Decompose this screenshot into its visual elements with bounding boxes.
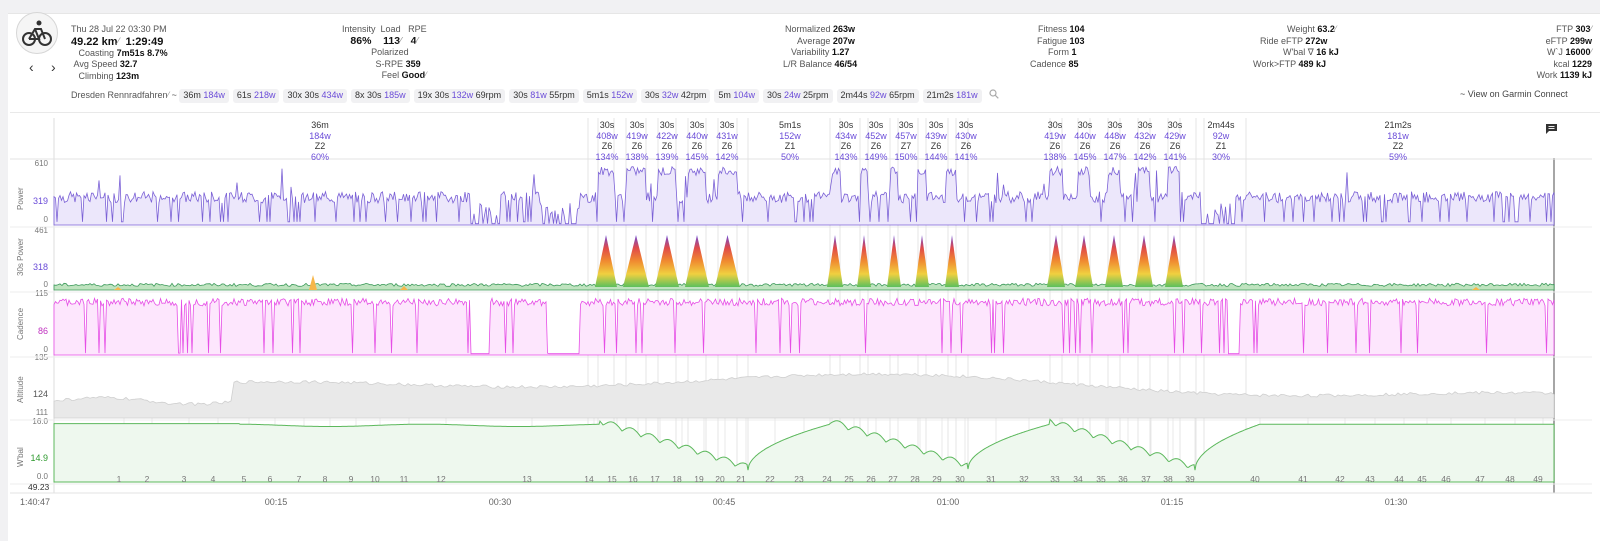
power30-interval-peak [945,235,959,287]
lap-number[interactable]: 13 [522,474,531,484]
distance-axis-start: 49.23 [28,482,50,492]
lap-number[interactable]: 38 [1163,474,1172,484]
lap-number[interactable]: 5 [242,474,247,484]
interval-label[interactable]: 30s 440w Z6 145% [685,120,708,162]
interval-label[interactable]: 36m 184w Z2 60% [309,120,331,162]
lap-number[interactable]: 35 [1096,474,1105,484]
lap-number[interactable]: 45 [1417,474,1426,484]
interval-label[interactable]: 30s 457w Z7 150% [894,120,917,162]
interval-label[interactable]: 30s 430w Z6 141% [954,120,977,162]
lap-number[interactable]: 42 [1335,474,1344,484]
lap-number[interactable]: 36 [1118,474,1127,484]
power30-interval-peak [623,235,649,287]
lap-number[interactable]: 41 [1298,474,1307,484]
lap-number[interactable]: 6 [268,474,273,484]
lap-number[interactable]: 31 [986,474,995,484]
lap-number[interactable]: 28 [910,474,919,484]
lap-number[interactable]: 33 [1050,474,1059,484]
interval-label[interactable]: 21m2s 181w Z2 59% [1384,120,1411,162]
interval-label[interactable]: 30s 439w Z6 144% [924,120,947,162]
interval-label[interactable]: 30s 429w Z6 141% [1163,120,1186,162]
lap-number[interactable]: 22 [765,474,774,484]
power30-interval-peak [887,235,901,287]
lap-number[interactable]: 10 [370,474,379,484]
interval-label[interactable]: 30s 419w Z6 138% [1043,120,1066,162]
time-axis-tick: 00:30 [488,497,512,507]
power30-baseline [53,282,1555,291]
lap-number[interactable]: 9 [349,474,354,484]
time-axis-tick: 01:15 [1160,497,1184,507]
lap-number[interactable]: 3 [182,474,187,484]
lap-number[interactable]: 26 [866,474,875,484]
power30-interval-peak [915,235,929,287]
lap-number[interactable]: 17 [650,474,659,484]
lap-number[interactable]: 21 [736,474,745,484]
lap-number[interactable]: 44 [1394,474,1403,484]
lap-number[interactable]: 1 [117,474,122,484]
lap-number[interactable]: 39 [1185,474,1194,484]
power-series-line [53,165,1555,226]
interval-label[interactable]: 30s 431w Z6 142% [715,120,738,162]
interval-label[interactable]: 30s 448w Z6 147% [1103,120,1126,162]
lap-number[interactable]: 15 [607,474,616,484]
power30-interval-peak [685,235,709,287]
lap-number[interactable]: 23 [794,474,803,484]
lap-number[interactable]: 43 [1365,474,1374,484]
lap-number[interactable]: 25 [844,474,853,484]
lap-number[interactable]: 27 [888,474,897,484]
lap-number[interactable]: 37 [1141,474,1150,484]
lap-number[interactable]: 7 [297,474,302,484]
time-axis-tick: 01:30 [1384,497,1408,507]
interval-label[interactable]: 30s 422w Z6 139% [655,120,678,162]
lap-number[interactable]: 18 [672,474,681,484]
interval-label[interactable]: 2m44s 92w Z1 30% [1207,120,1234,162]
lap-number[interactable]: 12 [436,474,445,484]
lap-number[interactable]: 48 [1505,474,1514,484]
power30-small-peak [309,275,317,290]
lap-number[interactable]: 2 [145,474,150,484]
power30-interval-peak [655,235,679,287]
lap-number[interactable]: 29 [932,474,941,484]
interval-label[interactable]: 30s 440w Z6 145% [1073,120,1096,162]
altitude-series-area [53,372,1555,419]
lap-number[interactable]: 47 [1475,474,1484,484]
interval-label[interactable]: 30s 432w Z6 142% [1133,120,1156,162]
lap-number[interactable]: 32 [1019,474,1028,484]
time-axis-start: 1:40:47 [19,497,51,507]
lap-number[interactable]: 8 [323,474,328,484]
lap-number[interactable]: 11 [400,474,409,484]
lap-number[interactable]: 30 [955,474,964,484]
lap-number[interactable]: 4 [211,474,216,484]
power30-interval-peak [715,235,740,287]
lap-number[interactable]: 14 [584,474,593,484]
lap-number[interactable]: 24 [822,474,831,484]
time-axis-tick: 00:45 [712,497,736,507]
lap-number[interactable]: 46 [1441,474,1450,484]
interval-label[interactable]: 30s 434w Z6 143% [834,120,857,162]
lap-number[interactable]: 49 [1533,474,1542,484]
time-axis-tick: 01:00 [936,497,960,507]
power30-interval-peak [857,235,871,287]
interval-label[interactable]: 30s 419w Z6 138% [625,120,648,162]
cadence-series-line [53,296,1555,356]
interval-label[interactable]: 5m1s 152w Z1 50% [779,120,801,162]
interval-label[interactable]: 30s 452w Z6 149% [864,120,887,162]
time-axis-tick: 00:15 [264,497,288,507]
power30-interval-peak [827,235,843,287]
lap-number[interactable]: 40 [1250,474,1259,484]
interval-label[interactable]: 30s 408w Z6 134% [595,120,618,162]
lap-number[interactable]: 20 [715,474,724,484]
lap-number[interactable]: 19 [694,474,703,484]
lap-number[interactable]: 34 [1073,474,1082,484]
activity-charts[interactable] [0,0,1600,541]
lap-number[interactable]: 16 [628,474,637,484]
